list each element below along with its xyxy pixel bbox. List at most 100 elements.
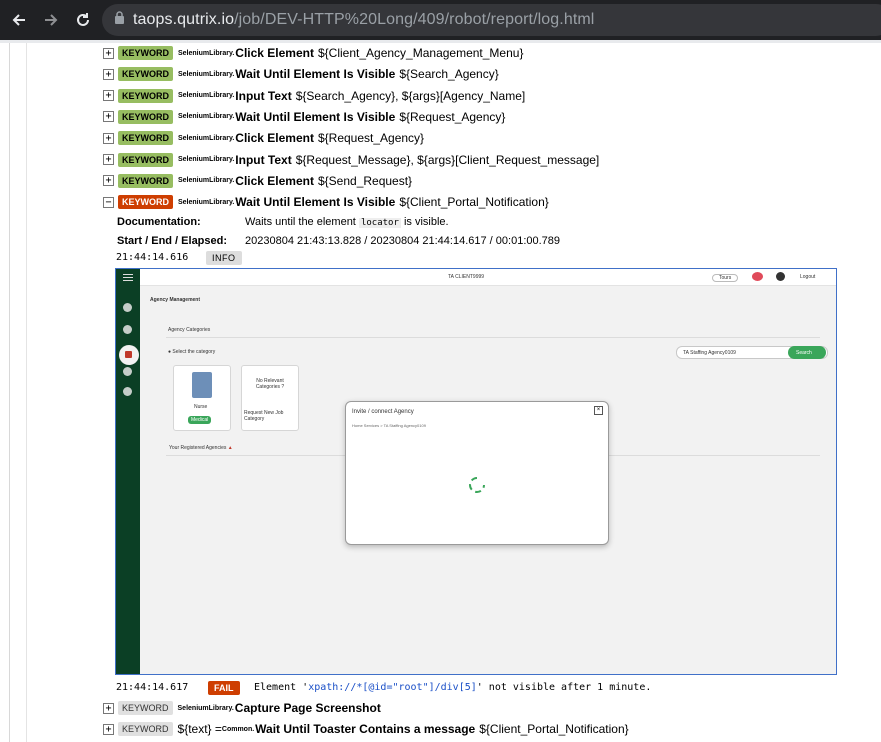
browser-toolbar: taops.qutrix.io/job/DEV-HTTP%20Long/409/… — [0, 0, 881, 40]
shot-select-hint: ● Select the category — [168, 349, 216, 355]
shot-request-card: No Relevant Categories ? Request New Job… — [241, 365, 299, 431]
shot-section: Agency Categories — [168, 327, 211, 333]
keyword-row[interactable]: + KEYWORD SeleniumLibrary. Wait Until Eleme… — [103, 65, 499, 83]
shot-category-card: Nurse Medical — [173, 365, 231, 431]
keyword-name: Input Text — [235, 88, 292, 103]
library-name: SeleniumLibrary. — [178, 70, 235, 78]
keyword-badge: KEYWORD — [118, 131, 173, 146]
keyword-args: ${Search_Agency} — [399, 67, 499, 82]
library-name: SeleniumLibrary. — [178, 49, 235, 57]
keyword-args: ${Search_Agency}, ${args}[Agency_Name] — [295, 88, 526, 103]
keyword-badge: KEYWORD — [118, 195, 173, 210]
fail-badge: FAIL — [208, 681, 240, 695]
library-name: SeleniumLibrary. — [177, 704, 234, 712]
loading-spinner-icon — [469, 477, 485, 493]
keyword-name: Capture Page Screenshot — [234, 701, 381, 715]
keyword-row-capture[interactable]: + KEYWORD SeleniumLibrary. Capture Page … — [103, 699, 385, 717]
keyword-row[interactable]: − KEYWORD SeleniumLibrary. Wait Until Eleme… — [103, 193, 549, 211]
shot-registered: Your Registered Agencies ▲ — [169, 445, 233, 451]
keyword-args: ${Client_Portal_Notification} — [479, 722, 629, 736]
lock-icon — [114, 11, 125, 29]
app-sidebar — [116, 269, 140, 674]
keyword-name: Wait Until Element Is Visible — [235, 67, 396, 82]
shot-page-title: Agency Management — [150, 297, 201, 303]
failure-screenshot[interactable]: TA CLIENT9999 Tours Logout Agency Manage… — [115, 268, 837, 675]
keyword-args: ${Client_Agency_Management_Menu} — [317, 46, 524, 60]
library-name: SeleniumLibrary. — [178, 113, 235, 121]
sidebar-icon — [123, 303, 132, 312]
info-timestamp: 21:44:14.616 — [116, 252, 189, 263]
library-name: SeleniumLibrary. — [178, 177, 235, 185]
toolbar-divider — [0, 40, 881, 43]
locator-code: locator — [358, 218, 401, 228]
close-icon: × — [594, 406, 603, 415]
user-avatar-icon — [776, 272, 785, 281]
sidebar-icon — [123, 325, 132, 334]
keyword-row[interactable]: + KEYWORD SeleniumLibrary. Input Text ${Sear… — [103, 87, 525, 105]
documentation-label: Documentation: — [117, 216, 201, 228]
keyword-row[interactable]: + KEYWORD SeleniumLibrary. Click Element ${R… — [103, 129, 424, 147]
expand-toggle[interactable]: − — [103, 196, 114, 208]
keyword-args: ${Request_Agency} — [317, 131, 425, 146]
keyword-name: Click Element — [235, 46, 314, 60]
keyword-name: Input Text — [235, 152, 292, 167]
keyword-badge: KEYWORD — [118, 88, 173, 103]
agency-icon — [125, 351, 132, 358]
keyword-badge: KEYWORD — [118, 67, 173, 82]
keyword-row[interactable]: + KEYWORD SeleniumLibrary. Wait Until Eleme… — [103, 108, 505, 126]
sidebar-icon — [123, 367, 132, 376]
expand-toggle[interactable]: + — [103, 47, 114, 59]
expand-toggle[interactable]: + — [103, 175, 114, 187]
expand-toggle[interactable]: + — [103, 68, 114, 80]
keyword-args: ${Send_Request} — [317, 173, 413, 188]
keyword-badge: KEYWORD — [118, 46, 173, 60]
expand-toggle[interactable]: + — [103, 723, 114, 735]
info-badge: INFO — [206, 251, 242, 265]
keyword-row[interactable]: + KEYWORD SeleniumLibrary. Click Element ${S… — [103, 172, 412, 190]
fail-timestamp: 21:44:14.617 — [116, 682, 189, 693]
keyword-args: ${Request_Message}, ${args}[Client_Reque… — [295, 152, 600, 167]
keyword-badge: KEYWORD — [118, 152, 173, 167]
keyword-badge: KEYWORD — [118, 722, 173, 736]
fail-message: Element 'xpath://*[@id="root"]/div[5]' n… — [254, 682, 652, 693]
back-arrow-icon[interactable] — [6, 7, 32, 33]
notification-icon — [752, 272, 763, 281]
keyword-name: Click Element — [235, 131, 314, 146]
keyword-row[interactable]: + KEYWORD SeleniumLibrary. Input Text ${Requ… — [103, 151, 599, 169]
elapsed-label: Start / End / Elapsed: — [117, 235, 228, 247]
keyword-name: Wait Until Element Is Visible — [235, 109, 396, 124]
library-name: SeleniumLibrary. — [178, 134, 235, 142]
app-header: TA CLIENT9999 Tours Logout — [140, 269, 836, 286]
address-bar[interactable]: taops.qutrix.io/job/DEV-HTTP%20Long/409/… — [102, 4, 881, 36]
sidebar-icon — [123, 387, 132, 396]
shot-search-button: Search — [788, 346, 826, 359]
keyword-row[interactable]: + KEYWORD SeleniumLibrary. Click Element ${C… — [103, 44, 523, 62]
tree-guide-line — [26, 43, 27, 742]
keyword-name: Wait Until Element Is Visible — [235, 195, 396, 210]
keyword-badge: KEYWORD — [118, 109, 173, 124]
library-name: Common. — [221, 725, 255, 733]
library-name: SeleniumLibrary. — [178, 92, 235, 100]
keyword-args: ${Client_Portal_Notification} — [399, 195, 549, 210]
keyword-row-toaster[interactable]: + KEYWORD ${text} = Common. Wait Until T… — [103, 720, 629, 738]
expand-toggle[interactable]: + — [103, 154, 114, 165]
expand-toggle[interactable]: + — [103, 132, 114, 144]
assign-var: ${text} = — [177, 722, 222, 736]
shot-invite-modal: Invite / connect Agency × Home Services … — [345, 401, 609, 545]
forward-arrow-icon[interactable] — [38, 7, 64, 33]
reload-icon[interactable] — [70, 7, 96, 33]
expand-toggle[interactable]: + — [103, 702, 114, 714]
keyword-badge: KEYWORD — [118, 173, 173, 188]
keyword-name: Click Element — [235, 173, 314, 188]
tree-guide-line — [9, 43, 10, 742]
keyword-badge: KEYWORD — [118, 701, 173, 715]
building-icon — [192, 372, 212, 398]
library-name: SeleniumLibrary. — [178, 198, 235, 206]
elapsed-value: 20230804 21:43:13.828 / 20230804 21:44:1… — [245, 235, 561, 247]
keyword-name: Wait Until Toaster Contains a message — [255, 722, 476, 736]
url-text: taops.qutrix.io/job/DEV-HTTP%20Long/409/… — [133, 11, 595, 28]
expand-toggle[interactable]: + — [103, 111, 114, 123]
expand-toggle[interactable]: + — [103, 90, 114, 102]
library-name: SeleniumLibrary. — [178, 156, 235, 163]
keyword-args: ${Request_Agency} — [399, 109, 506, 124]
